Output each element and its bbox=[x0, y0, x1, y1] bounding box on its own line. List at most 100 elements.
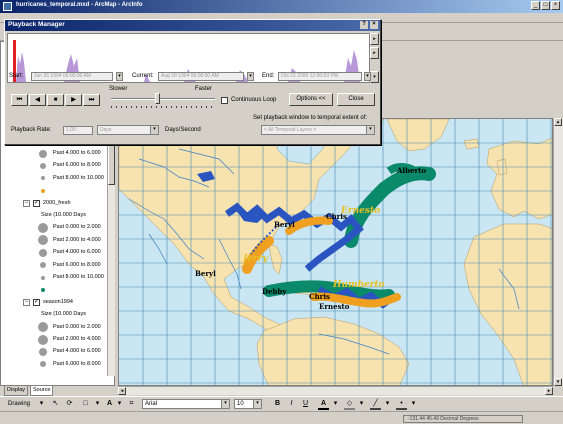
play-button[interactable]: ▶ bbox=[65, 94, 82, 106]
size-heading-label: Size (10.000 Days bbox=[41, 212, 86, 218]
tab-display[interactable]: Display bbox=[4, 386, 29, 396]
chevron-down-icon[interactable]: ▾ bbox=[366, 126, 374, 134]
playback-rate-field[interactable]: 1.00 bbox=[63, 126, 93, 135]
toc-legend-class[interactable] bbox=[1, 285, 109, 294]
minimize-button[interactable]: _ bbox=[531, 1, 540, 10]
font-name-select[interactable]: Arial ▾ bbox=[142, 399, 230, 409]
shape-dropdown-icon[interactable]: ▾ bbox=[92, 399, 103, 410]
legend-class-label: Past 4.000 to 6.000 bbox=[53, 348, 101, 355]
tab-source[interactable]: Source bbox=[30, 386, 54, 396]
histogram-down-button[interactable]: ▾ bbox=[370, 71, 379, 83]
collapse-icon[interactable]: − bbox=[23, 199, 30, 207]
toc-legend-class[interactable]: Past 6.000 to 8.000 bbox=[1, 261, 109, 270]
rewind-button[interactable]: ⏮ bbox=[11, 94, 28, 106]
toc-legend-class[interactable]: Past 0.000 to 2.000 bbox=[1, 222, 109, 233]
speed-slider-thumb[interactable] bbox=[155, 93, 160, 104]
map-horizontal-scrollbar[interactable]: ◂ ▸ bbox=[118, 386, 553, 395]
legend-class-label: Past 8.000 to 10.000 bbox=[53, 274, 104, 280]
drawing-menu[interactable]: Drawing bbox=[8, 401, 30, 407]
scroll-left-button[interactable]: ◂ bbox=[118, 387, 126, 395]
toc-legend-class[interactable]: Past 4.000 to 6.000 bbox=[1, 248, 109, 257]
rotate-icon[interactable]: ⟳ bbox=[64, 399, 75, 410]
underline-button[interactable]: U bbox=[300, 399, 311, 410]
options-button[interactable]: Options << bbox=[289, 93, 333, 106]
legend-symbol-icon bbox=[38, 235, 48, 246]
toc-size-heading[interactable]: Size (10.000 Days bbox=[1, 310, 109, 319]
current-time-field[interactable]: Aug 28 1994 06:00:00 AM bbox=[158, 72, 244, 81]
scroll-down-button[interactable]: ▾ bbox=[554, 378, 562, 386]
toc-legend-class[interactable]: Past 0.000 to 2.000 bbox=[1, 322, 109, 333]
start-label: Start: bbox=[9, 73, 24, 79]
map-view[interactable]: Alberto Beryl Chris Debby Ernesto Jerry … bbox=[118, 118, 553, 386]
fill-color-icon[interactable]: ◇ bbox=[344, 399, 355, 410]
layer-visibility-checkbox[interactable]: ✓ bbox=[33, 298, 40, 306]
histogram-next-button[interactable]: ▸ bbox=[370, 47, 379, 59]
current-time-spinner[interactable]: ▾ bbox=[247, 72, 254, 81]
start-time-spinner[interactable]: ▾ bbox=[116, 72, 123, 81]
map-vertical-scrollbar[interactable]: ▴ ▾ bbox=[553, 118, 563, 386]
menu-arrow-icon[interactable]: ▾ bbox=[36, 399, 47, 410]
fast-forward-button[interactable]: ⏭ bbox=[83, 94, 100, 106]
font-color-button[interactable]: A bbox=[318, 399, 329, 410]
speed-slider-track[interactable] bbox=[111, 98, 215, 100]
toc-legend-class[interactable] bbox=[1, 186, 109, 195]
end-time-field[interactable]: Oct 22 2000 12:00:00 PM bbox=[278, 72, 362, 81]
layer-name: season1994 bbox=[43, 298, 73, 305]
legend-symbol-icon bbox=[40, 361, 46, 368]
chevron-down-icon[interactable]: ▾ bbox=[150, 126, 158, 134]
toc-legend-class[interactable]: Past 6.000 to 8.000 bbox=[1, 360, 109, 369]
label-alberto: Alberto bbox=[396, 166, 426, 175]
end-time-spinner[interactable]: ▾ bbox=[364, 72, 371, 81]
select-elements-icon[interactable]: ↖ bbox=[50, 399, 61, 410]
close-dialog-button[interactable]: Close bbox=[337, 93, 375, 106]
toc-legend-class[interactable]: Past 2.000 to 4.000 bbox=[1, 334, 109, 345]
window-titlebar: hurricanes_temporal.mxd - ArcMap - ArcIn… bbox=[0, 0, 563, 13]
toc-legend-class[interactable]: Past 2.000 to 4.000 bbox=[1, 235, 109, 246]
stop-button[interactable]: ■ bbox=[47, 94, 64, 106]
marker-color-icon[interactable]: • bbox=[396, 399, 407, 410]
chevron-down-icon[interactable]: ▾ bbox=[221, 400, 229, 408]
histogram-up-button[interactable]: ▸ bbox=[370, 33, 379, 45]
start-time-field[interactable]: Jun 26 1994 06:00:00 AM bbox=[31, 72, 113, 81]
map-canvas[interactable]: Alberto Beryl Chris Debby Ernesto Jerry … bbox=[119, 119, 553, 386]
step-back-button[interactable]: ◀ bbox=[29, 94, 46, 106]
toc-legend-class[interactable]: Past 8.000 to 10.000 bbox=[1, 174, 109, 183]
marker-color-dropdown-icon[interactable]: ▾ bbox=[408, 399, 419, 410]
greenland-land bbox=[386, 119, 450, 152]
window-extent-select[interactable]: < All Temporal Layers > ▾ bbox=[261, 125, 375, 135]
maximize-button[interactable]: □ bbox=[541, 1, 550, 10]
line-color-dropdown-icon[interactable]: ▾ bbox=[382, 399, 393, 410]
toc-layer-row[interactable]: − ✓ season1994 bbox=[1, 298, 109, 307]
scroll-right-button[interactable]: ▸ bbox=[545, 387, 553, 395]
toc-legend-class[interactable]: Past 4.000 to 6.000 bbox=[1, 347, 109, 356]
chevron-down-icon[interactable]: ▾ bbox=[253, 400, 261, 408]
rectangle-icon[interactable]: □ bbox=[80, 399, 91, 410]
font-color-dropdown-icon[interactable]: ▾ bbox=[330, 399, 341, 410]
font-size-select[interactable]: 10 ▾ bbox=[234, 399, 262, 409]
toc-legend-class[interactable]: Past 8.000 to 10.000 bbox=[1, 273, 109, 282]
toc-size-heading[interactable]: Size (10.000 Days bbox=[1, 211, 109, 220]
toc-legend-class[interactable]: Past 4.000 to 6.000 bbox=[1, 149, 109, 158]
italic-button[interactable]: I bbox=[286, 399, 297, 410]
line-color-icon[interactable]: ╱ bbox=[370, 399, 381, 410]
close-window-button[interactable]: × bbox=[551, 1, 560, 10]
help-button[interactable]: ? bbox=[360, 21, 368, 29]
edit-vertices-icon[interactable]: ⌗ bbox=[126, 399, 137, 410]
florida-land bbox=[268, 243, 283, 275]
playback-unit-select[interactable]: Days ▾ bbox=[97, 125, 159, 135]
legend-symbol-icon bbox=[38, 334, 48, 345]
scroll-up-button[interactable]: ▴ bbox=[554, 118, 562, 126]
layer-visibility-checkbox[interactable]: ✓ bbox=[33, 199, 40, 207]
collapse-icon[interactable]: − bbox=[23, 298, 30, 306]
fill-color-dropdown-icon[interactable]: ▾ bbox=[356, 399, 367, 410]
dialog-close-icon[interactable]: × bbox=[370, 21, 378, 29]
window-controls: _ □ × bbox=[530, 1, 560, 12]
coordinate-readout: -131.44 45.49 Decimal Degrees bbox=[403, 415, 523, 423]
legend-class-label: Past 6.000 to 8.000 bbox=[53, 162, 101, 169]
text-dropdown-icon[interactable]: ▾ bbox=[114, 399, 125, 410]
playback-rate-label: Playback Rate: bbox=[11, 127, 52, 133]
toc-legend-class[interactable]: Past 6.000 to 8.000 bbox=[1, 161, 109, 170]
bold-button[interactable]: B bbox=[272, 399, 283, 410]
toc-layer-row[interactable]: − ✓ 2000_fresh bbox=[1, 199, 109, 208]
continuous-loop-checkbox[interactable] bbox=[221, 97, 228, 104]
